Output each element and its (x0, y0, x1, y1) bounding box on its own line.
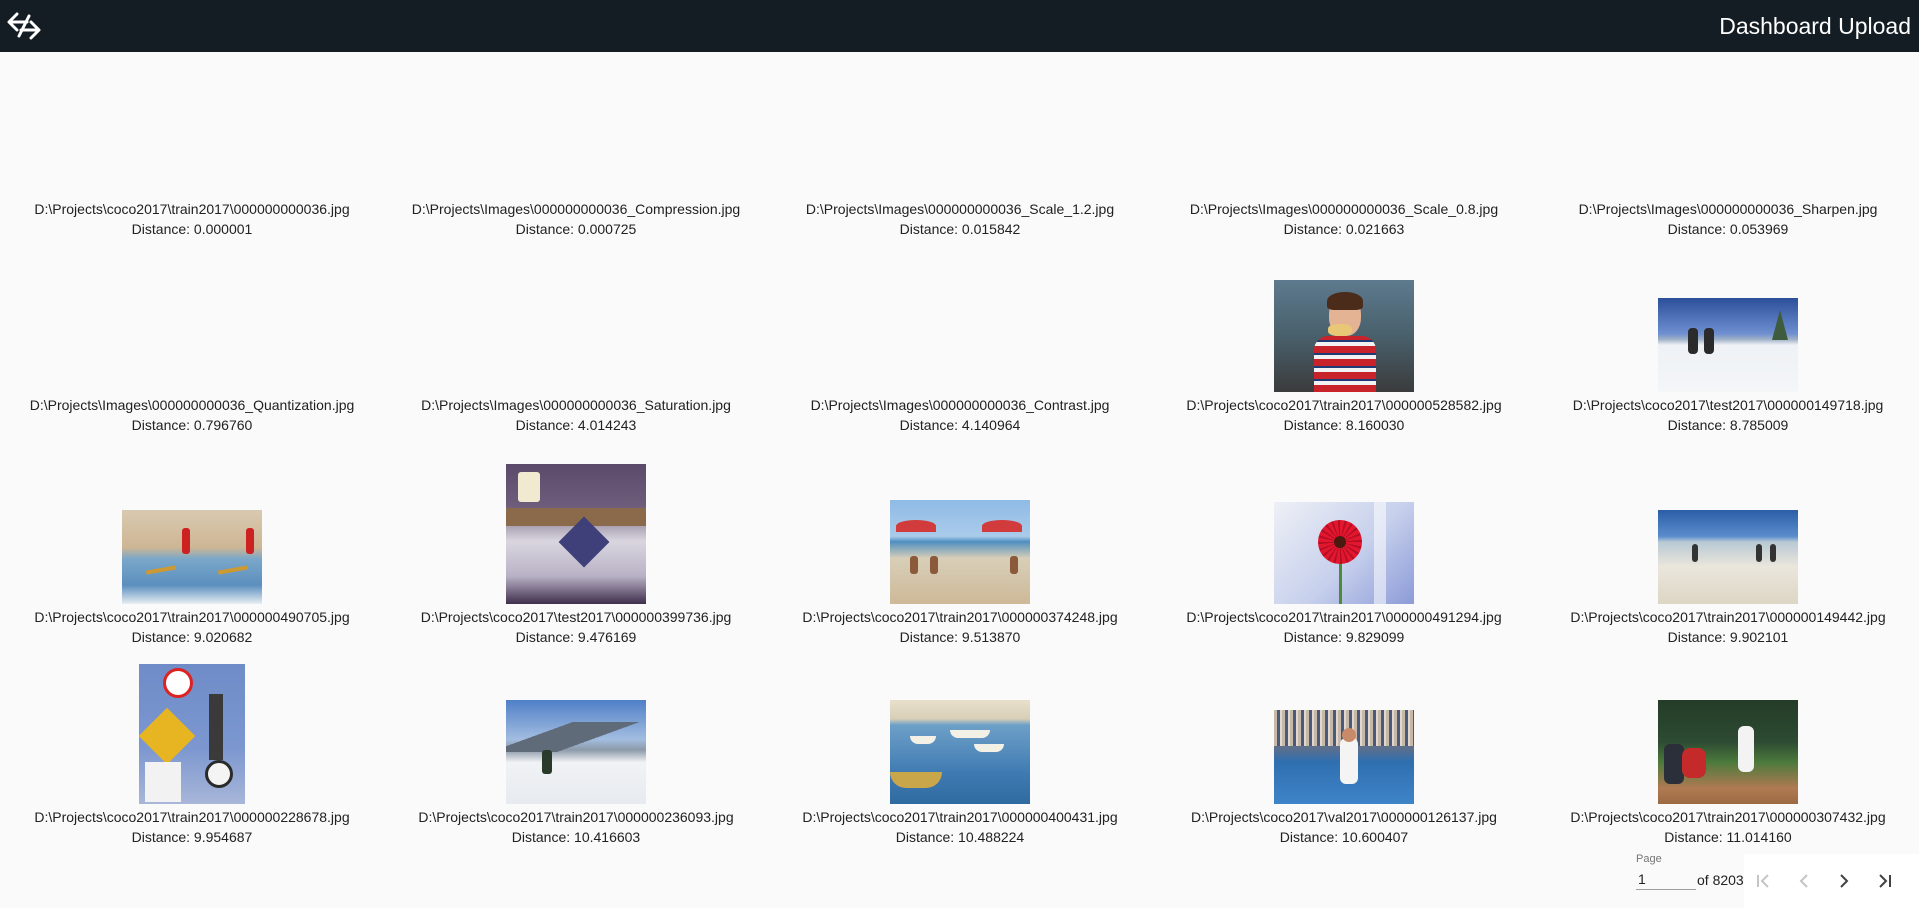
result-distance: Distance: 9.020682 (131, 629, 253, 645)
result-card[interactable]: D:\Projects\coco2017\val2017\00000012613… (1152, 649, 1536, 849)
result-distance: Distance: 9.513870 (899, 629, 1021, 645)
result-file-path: D:\Projects\coco2017\train2017\000000307… (1570, 809, 1886, 825)
result-distance: Distance: 0.021663 (1283, 221, 1405, 237)
result-distance: Distance: 9.476169 (515, 629, 637, 645)
top-app-bar: Dashboard Upload (0, 0, 1919, 52)
result-card[interactable]: D:\Projects\coco2017\train2017\000000000… (0, 52, 384, 241)
result-file-path: D:\Projects\coco2017\train2017\000000000… (34, 201, 350, 217)
result-card[interactable]: D:\Projects\coco2017\test2017\0000003997… (384, 437, 768, 649)
result-file-path: D:\Projects\Images\000000000036_Compress… (411, 201, 741, 217)
result-distance: Distance: 9.829099 (1283, 629, 1405, 645)
result-distance: Distance: 0.796760 (131, 417, 253, 433)
result-card[interactable]: D:\Projects\Images\000000000036_Scale_1.… (768, 52, 1152, 241)
result-card[interactable]: D:\Projects\Images\000000000036_Compress… (384, 52, 768, 241)
result-card[interactable]: D:\Projects\coco2017\train2017\000000400… (768, 649, 1152, 849)
result-thumbnail[interactable] (506, 464, 646, 604)
last-page-button[interactable] (1864, 861, 1904, 901)
result-file-path: D:\Projects\coco2017\train2017\000000374… (802, 609, 1118, 625)
app-logo-icon[interactable] (0, 2, 48, 50)
result-file-path: D:\Projects\coco2017\val2017\00000012613… (1191, 809, 1497, 825)
result-file-path: D:\Projects\Images\000000000036_Scale_1.… (805, 201, 1115, 217)
result-thumbnail[interactable] (1274, 710, 1414, 804)
first-page-icon (1757, 874, 1769, 888)
total-pages-text: of 8203 (1697, 872, 1744, 888)
page-field-label: Page (1636, 853, 1662, 865)
result-file-path: D:\Projects\coco2017\train2017\000000491… (1186, 609, 1502, 625)
result-distance: Distance: 0.000725 (515, 221, 637, 237)
result-card[interactable]: D:\Projects\Images\000000000036_Sharpen.… (1536, 52, 1919, 241)
result-card[interactable]: D:\Projects\coco2017\train2017\000000490… (0, 437, 384, 649)
result-distance: Distance: 10.600407 (1279, 829, 1409, 845)
result-distance: Distance: 0.000001 (131, 221, 253, 237)
result-thumbnail[interactable] (122, 510, 262, 604)
page-title: Dashboard Upload (1719, 12, 1911, 39)
previous-page-button[interactable] (1784, 861, 1824, 901)
result-card[interactable]: D:\Projects\Images\000000000036_Contrast… (768, 241, 1152, 437)
result-file-path: D:\Projects\Images\000000000036_Quantiza… (29, 397, 355, 413)
result-thumbnail[interactable] (1658, 510, 1798, 604)
result-distance: Distance: 9.954687 (131, 829, 253, 845)
result-thumbnail[interactable] (890, 500, 1030, 604)
result-distance: Distance: 10.416603 (511, 829, 641, 845)
result-card[interactable]: D:\Projects\coco2017\train2017\000000374… (768, 437, 1152, 649)
result-distance: Distance: 4.014243 (515, 417, 637, 433)
result-card[interactable]: D:\Projects\coco2017\train2017\000000149… (1536, 437, 1919, 649)
results-grid: D:\Projects\coco2017\train2017\000000000… (0, 52, 1919, 849)
result-file-path: D:\Projects\coco2017\train2017\000000236… (418, 809, 734, 825)
result-file-path: D:\Projects\coco2017\train2017\000000528… (1186, 397, 1502, 413)
result-card[interactable]: D:\Projects\coco2017\train2017\000000528… (1152, 241, 1536, 437)
result-file-path: D:\Projects\Images\000000000036_Contrast… (810, 397, 1110, 413)
first-page-button[interactable] (1744, 861, 1784, 901)
result-thumbnail[interactable] (139, 664, 245, 804)
result-distance: Distance: 0.015842 (899, 221, 1021, 237)
result-file-path: D:\Projects\coco2017\test2017\0000001497… (1572, 397, 1884, 413)
result-card[interactable]: D:\Projects\Images\000000000036_Quantiza… (0, 241, 384, 437)
result-thumbnail[interactable] (1274, 502, 1414, 604)
result-distance: Distance: 10.488224 (895, 829, 1025, 845)
result-distance: Distance: 8.785009 (1667, 417, 1789, 433)
result-file-path: D:\Projects\Images\000000000036_Scale_0.… (1189, 201, 1499, 217)
pagination-controls (1744, 854, 1919, 908)
result-card[interactable]: D:\Projects\coco2017\test2017\0000001497… (1536, 241, 1919, 437)
result-file-path: D:\Projects\Images\000000000036_Saturati… (421, 397, 731, 413)
result-file-path: D:\Projects\coco2017\test2017\0000003997… (420, 609, 732, 625)
chevron-left-icon (1799, 874, 1808, 888)
result-card[interactable]: D:\Projects\coco2017\train2017\000000236… (384, 649, 768, 849)
result-file-path: D:\Projects\coco2017\train2017\000000149… (1570, 609, 1886, 625)
result-distance: Distance: 8.160030 (1283, 417, 1405, 433)
chevron-right-icon (1840, 874, 1849, 888)
result-file-path: D:\Projects\coco2017\train2017\000000228… (34, 809, 350, 825)
result-thumbnail[interactable] (1658, 700, 1798, 804)
result-card[interactable]: D:\Projects\coco2017\train2017\000000228… (0, 649, 384, 849)
result-distance: Distance: 4.140964 (899, 417, 1021, 433)
result-thumbnail[interactable] (506, 700, 646, 804)
result-distance: Distance: 0.053969 (1667, 221, 1789, 237)
result-thumbnail[interactable] (1274, 280, 1414, 392)
result-card[interactable]: D:\Projects\coco2017\train2017\000000491… (1152, 437, 1536, 649)
result-file-path: D:\Projects\coco2017\train2017\000000490… (34, 609, 350, 625)
next-page-button[interactable] (1824, 861, 1864, 901)
result-thumbnail[interactable] (890, 700, 1030, 804)
result-thumbnail[interactable] (1658, 298, 1798, 392)
last-page-icon (1879, 874, 1891, 888)
result-card[interactable]: D:\Projects\Images\000000000036_Scale_0.… (1152, 52, 1536, 241)
result-distance: Distance: 11.014160 (1664, 829, 1792, 845)
result-file-path: D:\Projects\coco2017\train2017\000000400… (802, 809, 1118, 825)
result-distance: Distance: 9.902101 (1667, 629, 1789, 645)
result-card[interactable]: D:\Projects\coco2017\train2017\000000307… (1536, 649, 1919, 849)
result-file-path: D:\Projects\Images\000000000036_Sharpen.… (1578, 201, 1878, 217)
page-number-input[interactable] (1636, 868, 1696, 890)
result-card[interactable]: D:\Projects\Images\000000000036_Saturati… (384, 241, 768, 437)
